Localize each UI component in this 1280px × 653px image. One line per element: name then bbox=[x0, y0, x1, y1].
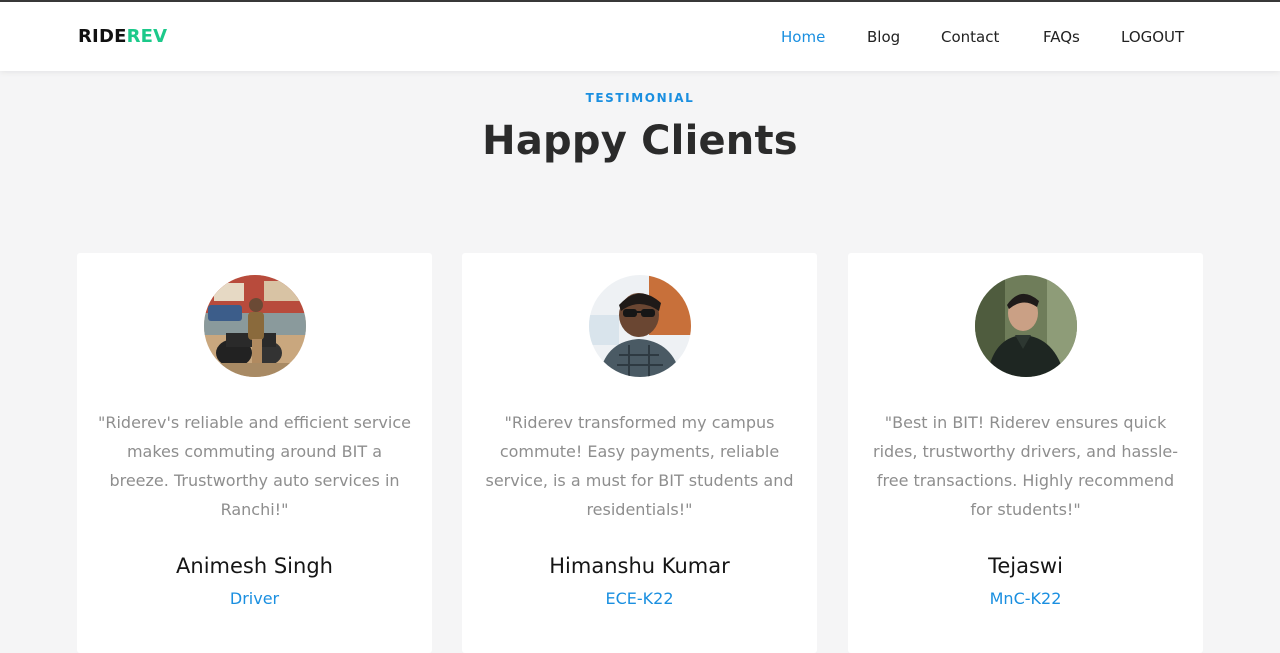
client-name: Tejaswi bbox=[988, 554, 1063, 578]
client-name: Animesh Singh bbox=[176, 554, 333, 578]
main-nav: Home Blog Contact FAQs LOGOUT bbox=[0, 26, 1280, 48]
testimonial-quote: "Riderev's reliable and efficient servic… bbox=[98, 413, 411, 519]
avatar bbox=[204, 275, 306, 377]
testimonial-quote: "Best in BIT! Riderev ensures quick ride… bbox=[873, 413, 1178, 519]
nav-faqs[interactable]: FAQs bbox=[1043, 26, 1080, 48]
client-role: MnC-K22 bbox=[989, 589, 1062, 608]
client-name: Himanshu Kumar bbox=[549, 554, 730, 578]
testimonial-card: "Riderev transformed my campus commute! … bbox=[462, 253, 817, 653]
avatar-photo-icon bbox=[975, 275, 1077, 377]
testimonial-card: "Best in BIT! Riderev ensures quick ride… bbox=[848, 253, 1203, 653]
avatar-photo-icon bbox=[204, 275, 306, 377]
nav-blog[interactable]: Blog bbox=[867, 26, 900, 48]
client-role: Driver bbox=[229, 589, 280, 608]
section-title: Happy Clients bbox=[482, 118, 798, 164]
site-header: RIDEREV Home Blog Contact FAQs LOGOUT bbox=[0, 2, 1280, 71]
avatar-photo-icon bbox=[589, 275, 691, 377]
section-eyebrow: TESTIMONIAL bbox=[585, 91, 695, 105]
client-role: ECE-K22 bbox=[605, 589, 674, 608]
nav-logout[interactable]: LOGOUT bbox=[1121, 26, 1184, 48]
avatar bbox=[589, 275, 691, 377]
avatar bbox=[975, 275, 1077, 377]
testimonial-card: "Riderev's reliable and efficient servic… bbox=[77, 253, 432, 653]
nav-home[interactable]: Home bbox=[781, 26, 825, 48]
testimonial-quote: "Riderev transformed my campus commute! … bbox=[485, 413, 794, 519]
nav-contact[interactable]: Contact bbox=[941, 26, 999, 48]
